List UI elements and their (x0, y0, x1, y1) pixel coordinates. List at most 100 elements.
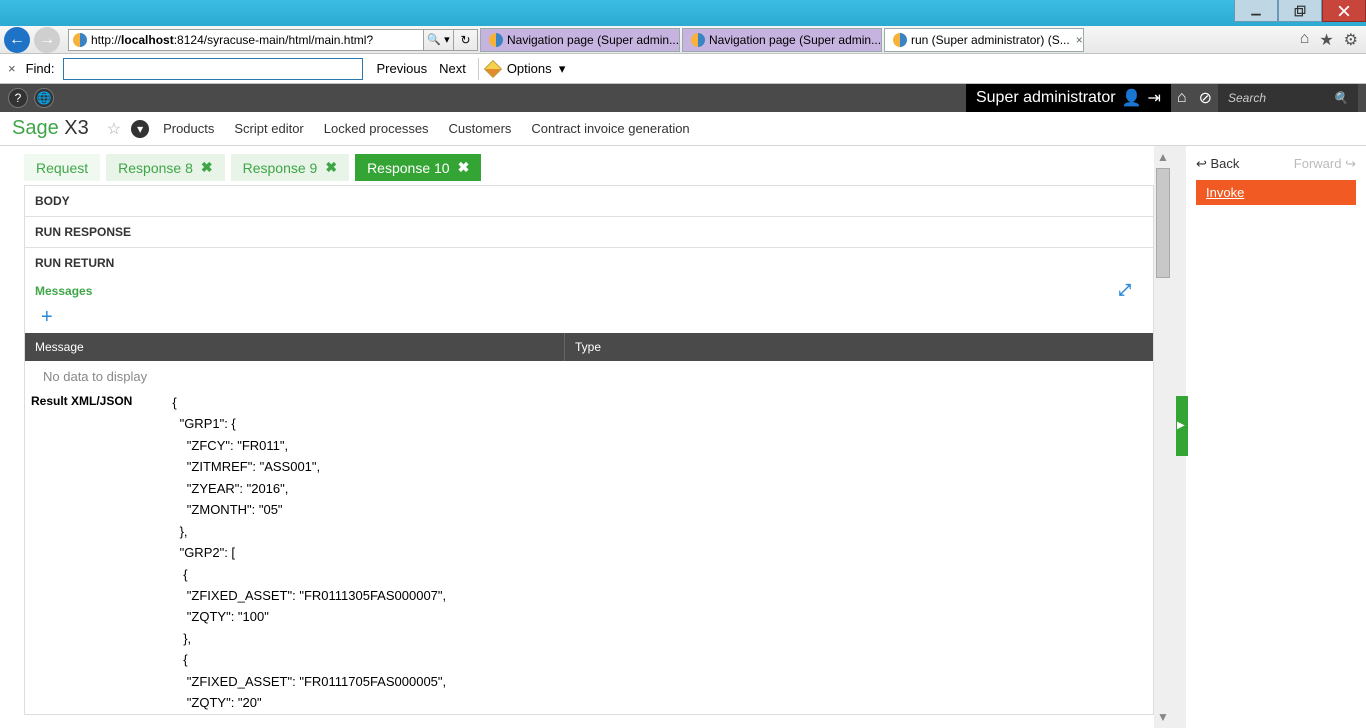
right-nav: ↩ Back Forward ↪ (1196, 156, 1356, 172)
left-column: Request Response 8 ✖ Response 9 ✖ Response… (0, 146, 1154, 728)
find-close-button[interactable]: × (8, 61, 16, 76)
ie-icon (893, 33, 907, 47)
sage-search-input[interactable]: Search 🔍 (1218, 84, 1358, 112)
logout-icon[interactable]: ⇥ (1148, 88, 1161, 108)
invoke-button[interactable]: Invoke (1196, 180, 1356, 205)
browser-back-button[interactable]: ← (4, 27, 30, 53)
find-input[interactable] (63, 58, 363, 80)
right-panel: ↩ Back Forward ↪ Invoke (1186, 146, 1366, 728)
search-icon: 🔍 (1333, 91, 1348, 105)
tab-label: Response 9 (243, 160, 318, 176)
menu-locked-processes[interactable]: Locked processes (324, 121, 429, 136)
find-bar: × Find: Previous Next Options ▾ (0, 54, 1366, 84)
globe-icon[interactable]: 🌐 (34, 88, 54, 108)
tab-response-8[interactable]: Response 8 ✖ (106, 154, 224, 181)
browser-toolbar-right: ⌂ ★ ⚙ (1300, 30, 1358, 50)
home-icon[interactable]: ⌂ (1177, 89, 1187, 107)
browser-tab[interactable]: Navigation page (Super admin... (480, 28, 680, 52)
ie-icon (691, 33, 705, 47)
expand-icon[interactable]: ⤢ (1118, 282, 1131, 300)
find-label: Find: (26, 61, 55, 76)
messages-label: Messages (35, 284, 92, 298)
separator (478, 58, 479, 80)
help-icon[interactable]: ? (8, 88, 28, 108)
menu-customers[interactable]: Customers (449, 121, 512, 136)
section-run-return: RUN RETURN (25, 247, 1153, 278)
browser-tab[interactable]: Navigation page (Super admin... (682, 28, 882, 52)
section-run-response: RUN RESPONSE (25, 216, 1153, 247)
close-icon[interactable]: ✖ (325, 159, 337, 176)
tab-label: Navigation page (Super admin... (507, 33, 679, 47)
options-label: Options (507, 61, 552, 76)
window-minimize-button[interactable] (1234, 0, 1278, 22)
result-row: Result XML/JSON { "GRP1": { "ZFCY": "FR0… (25, 392, 1153, 715)
forward-button: Forward ↪ (1294, 156, 1356, 172)
search-placeholder: Search (1228, 91, 1266, 105)
user-avatar-icon: 👤 (1122, 88, 1142, 108)
result-label: Result XML/JSON (25, 392, 142, 715)
browser-tab-active[interactable]: run (Super administrator) (S... × (884, 28, 1084, 52)
section-body: BODY (25, 186, 1153, 216)
tab-label: Request (36, 160, 88, 176)
down-badge-icon[interactable]: ▾ (131, 120, 149, 138)
content-panel: BODY RUN RESPONSE RUN RETURN Messages ⤢ … (24, 185, 1154, 715)
close-icon[interactable]: ✖ (458, 159, 470, 176)
ie-icon (489, 33, 503, 47)
tab-bar: Request Response 8 ✖ Response 9 ✖ Response… (24, 154, 1154, 181)
tab-response-9[interactable]: Response 9 ✖ (231, 154, 349, 181)
tab-label: Response 8 (118, 160, 193, 176)
back-button[interactable]: ↩ Back (1196, 156, 1239, 172)
scroll-down-icon[interactable]: ▼ (1157, 706, 1169, 728)
refresh-button[interactable]: ↻ (454, 29, 478, 51)
add-message-button[interactable]: + (41, 306, 1153, 329)
menu-products[interactable]: Products (163, 121, 214, 136)
tab-response-10[interactable]: Response 10 ✖ (355, 154, 481, 181)
back-label: Back (1211, 156, 1240, 171)
highlight-icon[interactable] (484, 59, 502, 77)
url-rest: :8124/syracuse-main/html/main.html? (174, 33, 373, 47)
url-host: localhost (121, 33, 174, 47)
window-close-button[interactable] (1322, 0, 1366, 22)
user-block[interactable]: Super administrator 👤 ⇥ (966, 84, 1171, 112)
side-handle[interactable] (1172, 146, 1186, 728)
messages-header: Messages ⤢ (25, 278, 1153, 304)
browser-nav-bar: ← → http://localhost:8124/syracuse-main/… (0, 26, 1366, 54)
window-titlebar (0, 0, 1366, 26)
find-previous-button[interactable]: Previous (377, 61, 428, 76)
tab-label: run (Super administrator) (S... (911, 33, 1070, 47)
window-restore-button[interactable] (1278, 0, 1322, 22)
favorite-icon[interactable]: ☆ (107, 119, 121, 139)
close-icon[interactable]: ✖ (201, 159, 213, 176)
address-search-button[interactable]: 🔍 ▾ (424, 29, 454, 51)
favorites-icon[interactable]: ★ (1319, 30, 1333, 50)
scroll-up-icon[interactable]: ▲ (1157, 146, 1169, 168)
brand-b: X3 (64, 117, 88, 139)
col-message: Message (25, 333, 565, 361)
no-data-label: No data to display (25, 361, 1153, 392)
tab-close-icon[interactable]: × (1076, 33, 1083, 47)
tab-label: Response 10 (367, 160, 450, 176)
user-name: Super administrator (976, 89, 1116, 107)
ie-icon (73, 33, 87, 47)
menu-script-editor[interactable]: Script editor (234, 121, 303, 136)
browser-forward-button[interactable]: → (34, 27, 60, 53)
brand-a: Sage (12, 117, 64, 139)
tab-label: Navigation page (Super admin... (709, 33, 881, 47)
find-options-button[interactable]: Options ▾ (507, 61, 566, 77)
block-icon[interactable]: ⊘ (1199, 88, 1212, 108)
home-icon[interactable]: ⌂ (1300, 30, 1310, 50)
scroll-thumb[interactable] (1156, 168, 1170, 278)
sage-app-bar: Sage X3 ☆ ▾ Products Script editor Locke… (0, 112, 1366, 146)
scrollbar[interactable]: ▲ ▼ (1154, 146, 1172, 728)
side-expand-icon[interactable] (1176, 396, 1188, 456)
find-next-button[interactable]: Next (439, 61, 466, 76)
url-prefix: http:// (91, 33, 121, 47)
tools-icon[interactable]: ⚙ (1344, 30, 1358, 50)
col-type: Type (565, 333, 1153, 361)
address-bar[interactable]: http://localhost:8124/syracuse-main/html… (68, 29, 424, 51)
brand-logo: Sage X3 (12, 117, 89, 140)
menu-contract-invoice[interactable]: Contract invoice generation (531, 121, 689, 136)
forward-label: Forward (1294, 156, 1342, 171)
tab-request[interactable]: Request (24, 154, 100, 181)
result-json: { "GRP1": { "ZFCY": "FR011", "ZITMREF": … (142, 392, 446, 715)
